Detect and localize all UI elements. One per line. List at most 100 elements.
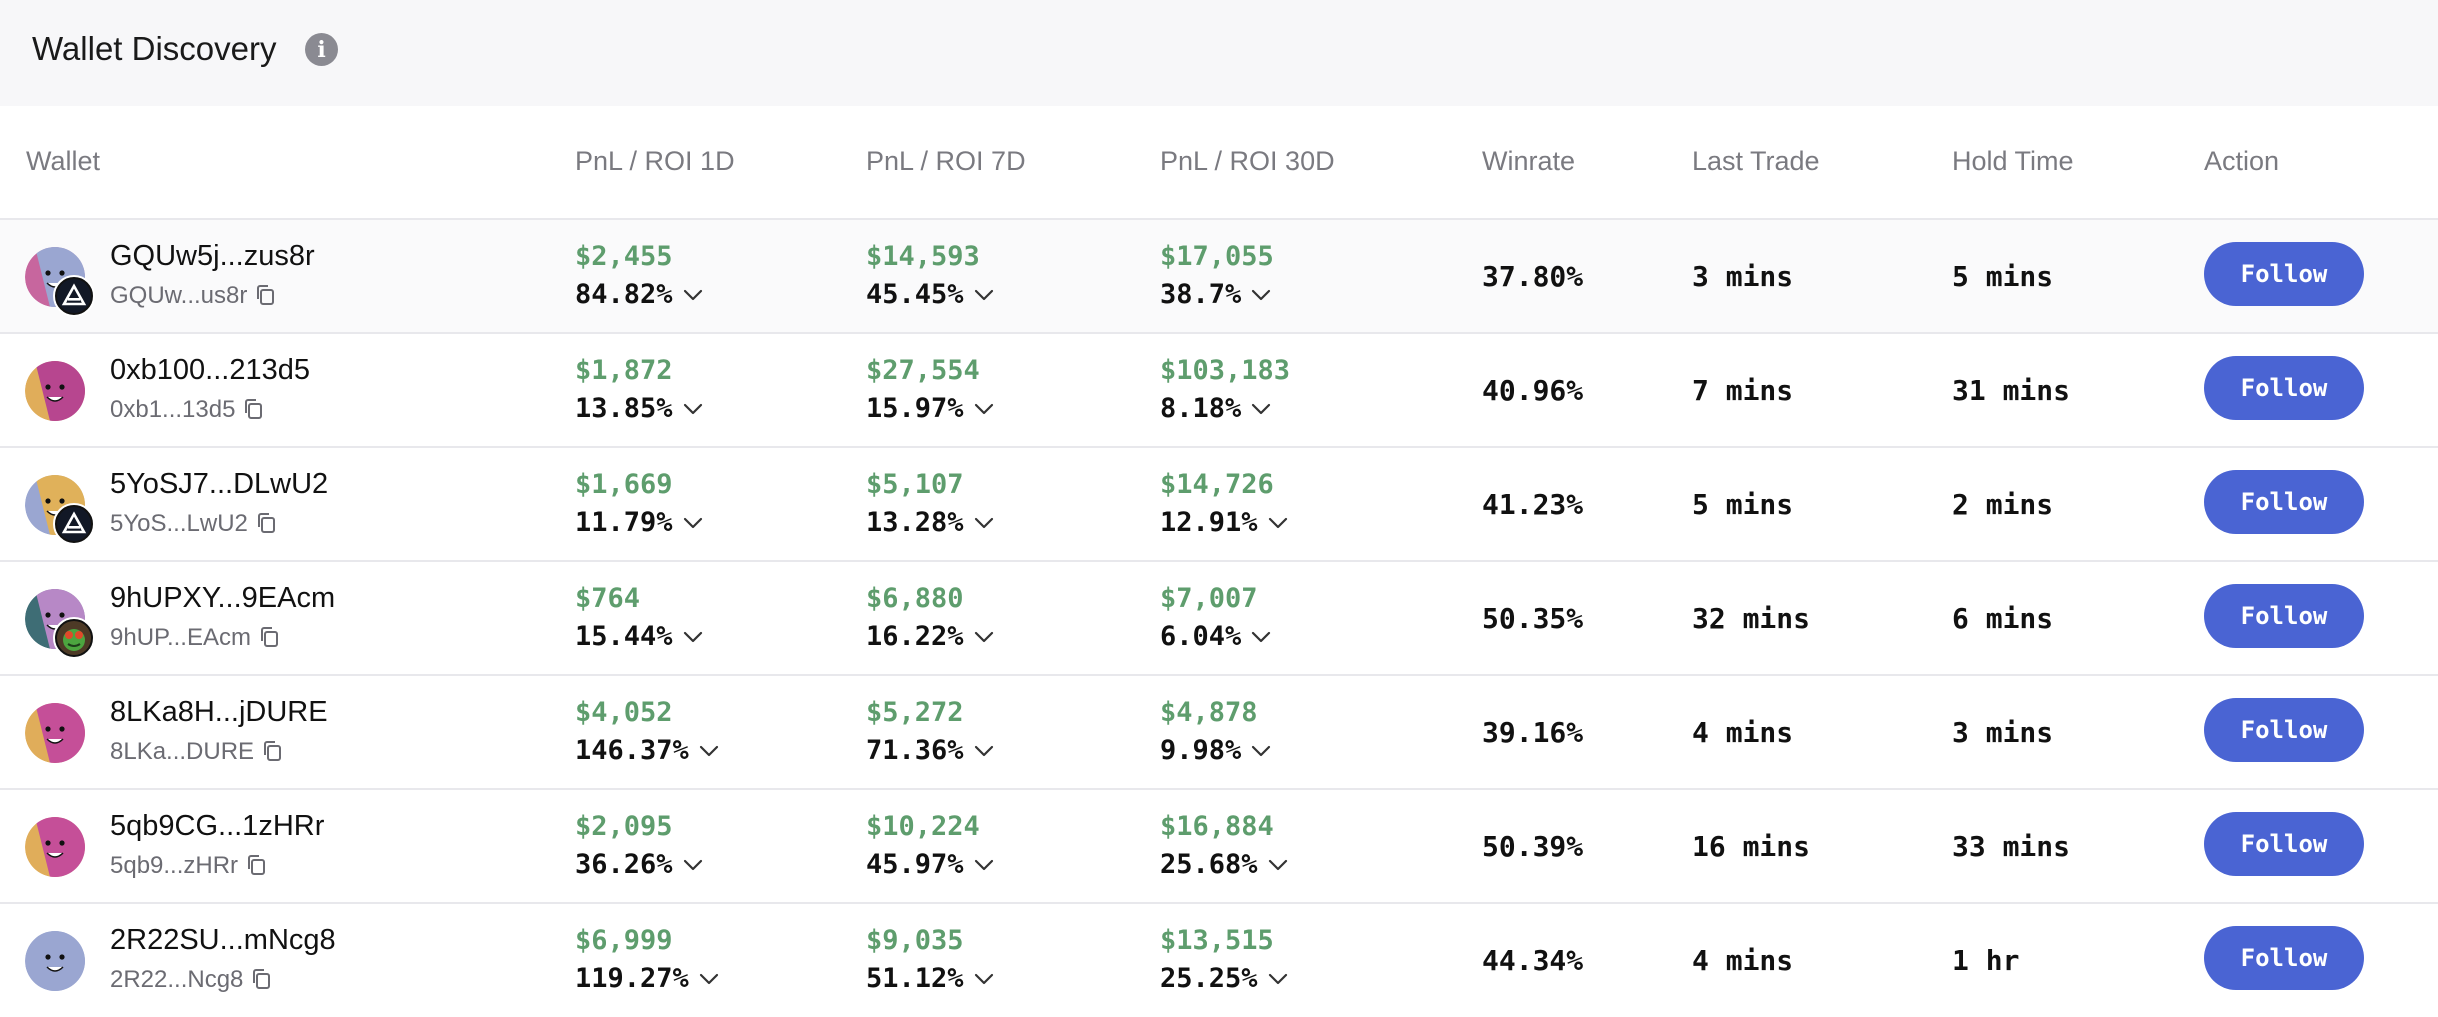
column-header-hold-time[interactable]: Hold Time xyxy=(1952,146,2074,177)
chevron-down-icon[interactable] xyxy=(699,733,719,764)
pnl-1d-value: $2,455 xyxy=(575,241,673,272)
copy-icon[interactable] xyxy=(259,626,281,648)
chevron-down-icon[interactable] xyxy=(683,619,703,650)
chevron-down-icon[interactable] xyxy=(974,277,994,308)
pnl-30d-value: $7,007 xyxy=(1160,583,1258,614)
roi-7d-value[interactable]: 13.28% xyxy=(866,505,994,538)
wallet-name[interactable]: 5YoSJ7...DLwU2 xyxy=(110,468,328,501)
pnl-1d-value: $4,052 xyxy=(575,697,673,728)
copy-icon[interactable] xyxy=(255,284,277,306)
avatar xyxy=(25,931,85,991)
winrate-value: 50.35% xyxy=(1482,602,1584,635)
roi-30d-value[interactable]: 9.98% xyxy=(1160,733,1271,766)
avatar xyxy=(25,703,85,763)
chevron-down-icon[interactable] xyxy=(974,391,994,422)
table-row: 9hUPXY...9EAcm 9hUP...EAcm $764 15.44% $6,88… xyxy=(0,560,2438,675)
roi-1d-value[interactable]: 36.26% xyxy=(575,847,703,880)
roi-7d-value[interactable]: 45.45% xyxy=(866,277,994,310)
roi-1d-value[interactable]: 11.79% xyxy=(575,505,703,538)
hold-time-value: 3 mins xyxy=(1952,716,2054,749)
chevron-down-icon[interactable] xyxy=(683,391,703,422)
column-header-pnl-30d[interactable]: PnL / ROI 30D xyxy=(1160,146,1335,177)
roi-7d-value[interactable]: 15.97% xyxy=(866,391,994,424)
roi-1d-value[interactable]: 119.27% xyxy=(575,961,719,994)
roi-30d-value[interactable]: 8.18% xyxy=(1160,391,1271,424)
wallet-short-address-text: GQUw...us8r xyxy=(110,282,248,309)
wallet-name[interactable]: 5qb9CG...1zHRr xyxy=(110,810,324,843)
roi-1d-value[interactable]: 15.44% xyxy=(575,619,703,652)
roi-1d-value[interactable]: 13.85% xyxy=(575,391,703,424)
copy-icon[interactable] xyxy=(243,398,265,420)
follow-button[interactable]: Follow xyxy=(2204,470,2364,534)
column-header-winrate[interactable]: Winrate xyxy=(1482,146,1575,177)
roi-30d-value[interactable]: 12.91% xyxy=(1160,505,1288,538)
table-header: Wallet PnL / ROI 1D PnL / ROI 7D PnL / R… xyxy=(0,106,2438,218)
follow-button[interactable]: Follow xyxy=(2204,242,2364,306)
chevron-down-icon[interactable] xyxy=(683,847,703,878)
page-header: Wallet Discovery i xyxy=(0,0,2438,106)
column-header-pnl-1d[interactable]: PnL / ROI 1D xyxy=(575,146,735,177)
winrate-value: 50.39% xyxy=(1482,830,1584,863)
roi-7d-value[interactable]: 71.36% xyxy=(866,733,994,766)
info-icon[interactable]: i xyxy=(305,33,338,66)
follow-button[interactable]: Follow xyxy=(2204,356,2364,420)
wallet-short-address: 5YoS...LwU2 xyxy=(110,510,278,538)
pnl-7d-value: $6,880 xyxy=(866,583,964,614)
copy-icon[interactable] xyxy=(262,740,284,762)
copy-icon[interactable] xyxy=(246,854,268,876)
column-header-last-trade[interactable]: Last Trade xyxy=(1692,146,1820,177)
pnl-1d-value: $1,872 xyxy=(575,355,673,386)
winrate-value: 40.96% xyxy=(1482,374,1584,407)
chevron-down-icon[interactable] xyxy=(974,847,994,878)
chevron-down-icon[interactable] xyxy=(974,619,994,650)
winrate-value: 39.16% xyxy=(1482,716,1584,749)
chevron-down-icon[interactable] xyxy=(1268,961,1288,992)
pnl-30d-value: $17,055 xyxy=(1160,241,1274,272)
wallet-short-address-text: 0xb1...13d5 xyxy=(110,396,236,423)
wallet-short-address: 5qb9...zHRr xyxy=(110,852,268,880)
follow-button[interactable]: Follow xyxy=(2204,926,2364,990)
wallet-short-address: 0xb1...13d5 xyxy=(110,396,265,424)
chevron-down-icon[interactable] xyxy=(1251,619,1271,650)
hold-time-value: 2 mins xyxy=(1952,488,2054,521)
column-header-wallet[interactable]: Wallet xyxy=(26,146,100,177)
copy-icon[interactable] xyxy=(251,968,273,990)
chevron-down-icon[interactable] xyxy=(974,733,994,764)
roi-30d-value[interactable]: 38.7% xyxy=(1160,277,1271,310)
roi-1d-text: 15.44% xyxy=(575,621,673,652)
roi-1d-value[interactable]: 146.37% xyxy=(575,733,719,766)
wallet-name[interactable]: 0xb100...213d5 xyxy=(110,354,310,387)
roi-30d-value[interactable]: 6.04% xyxy=(1160,619,1271,652)
roi-1d-value[interactable]: 84.82% xyxy=(575,277,703,310)
wallet-name[interactable]: 8LKa8H...jDURE xyxy=(110,696,328,729)
chevron-down-icon[interactable] xyxy=(974,961,994,992)
pnl-30d-value: $14,726 xyxy=(1160,469,1274,500)
wallet-name[interactable]: GQUw5j...zus8r xyxy=(110,240,315,273)
follow-button[interactable]: Follow xyxy=(2204,584,2364,648)
wallet-name[interactable]: 2R22SU...mNcg8 xyxy=(110,924,336,957)
roi-7d-value[interactable]: 45.97% xyxy=(866,847,994,880)
roi-7d-value[interactable]: 16.22% xyxy=(866,619,994,652)
roi-30d-value[interactable]: 25.68% xyxy=(1160,847,1288,880)
wallet-short-address-text: 2R22...Ncg8 xyxy=(110,966,244,993)
roi-7d-value[interactable]: 51.12% xyxy=(866,961,994,994)
column-header-pnl-7d[interactable]: PnL / ROI 7D xyxy=(866,146,1026,177)
roi-30d-value[interactable]: 25.25% xyxy=(1160,961,1288,994)
pnl-7d-value: $5,107 xyxy=(866,469,964,500)
chevron-down-icon[interactable] xyxy=(1251,733,1271,764)
chevron-down-icon[interactable] xyxy=(683,505,703,536)
follow-button[interactable]: Follow xyxy=(2204,812,2364,876)
chevron-down-icon[interactable] xyxy=(1251,391,1271,422)
chevron-down-icon[interactable] xyxy=(1251,277,1271,308)
chevron-down-icon[interactable] xyxy=(1268,847,1288,878)
chevron-down-icon[interactable] xyxy=(1268,505,1288,536)
wallet-short-address: 9hUP...EAcm xyxy=(110,624,281,652)
chevron-down-icon[interactable] xyxy=(683,277,703,308)
wallet-name[interactable]: 9hUPXY...9EAcm xyxy=(110,582,335,615)
follow-button[interactable]: Follow xyxy=(2204,698,2364,762)
roi-1d-text: 13.85% xyxy=(575,393,673,424)
chevron-down-icon[interactable] xyxy=(974,505,994,536)
copy-icon[interactable] xyxy=(256,512,278,534)
table-row: 5qb9CG...1zHRr 5qb9...zHRr $2,095 36.26% $10… xyxy=(0,788,2438,903)
chevron-down-icon[interactable] xyxy=(699,961,719,992)
